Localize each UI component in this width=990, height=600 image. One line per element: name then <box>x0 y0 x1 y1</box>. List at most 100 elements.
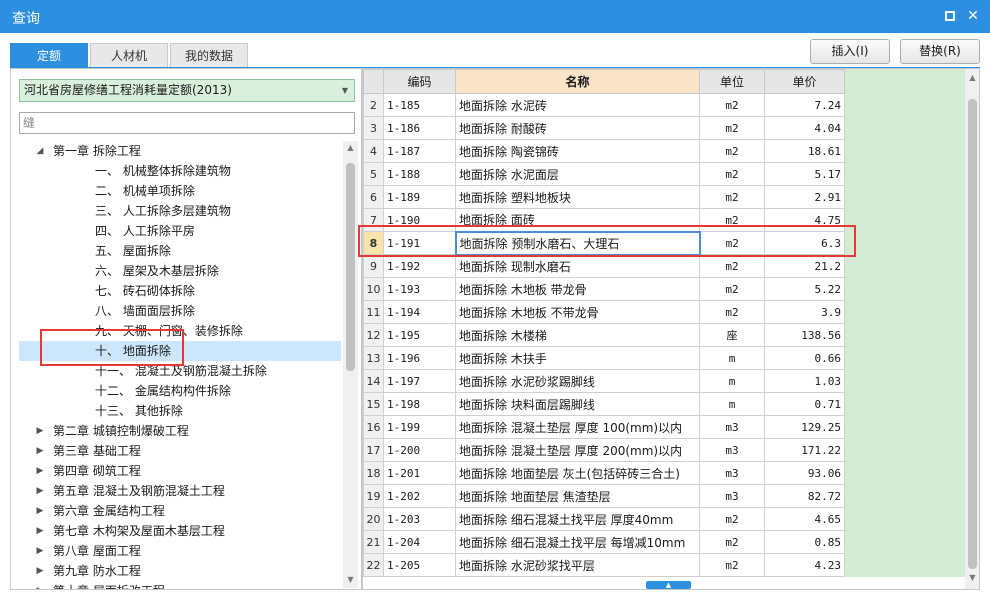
unit-cell[interactable]: m2 <box>699 185 765 209</box>
unit-cell[interactable]: m2 <box>699 208 765 232</box>
name-cell[interactable]: 地面拆除 耐酸砖 <box>455 116 700 140</box>
header-unit[interactable]: 单位 <box>699 69 765 94</box>
unit-cell[interactable]: m2 <box>699 300 765 324</box>
price-cell[interactable]: 2.91 <box>764 185 845 209</box>
tree-section[interactable]: 十、 地面拆除 <box>19 341 341 361</box>
tree-section[interactable]: 六、 屋架及木基层拆除 <box>19 261 341 281</box>
unit-cell[interactable]: m2 <box>699 139 765 163</box>
price-cell[interactable]: 18.61 <box>764 139 845 163</box>
table-row[interactable]: 16 1-199 地面拆除 混凝土垫层 厚度 100(mm)以内 m3 129.25 <box>363 415 845 439</box>
tree-section[interactable]: 十一、 混凝土及钢筋混凝土拆除 <box>19 361 341 381</box>
row-number[interactable]: 15 <box>363 392 384 416</box>
row-number[interactable]: 18 <box>363 461 384 485</box>
price-cell[interactable]: 0.66 <box>764 346 845 370</box>
price-cell[interactable]: 0.71 <box>764 392 845 416</box>
row-number[interactable]: 20 <box>363 507 384 531</box>
name-cell[interactable]: 地面拆除 地面垫层 灰土(包括碎砖三合土) <box>455 461 700 485</box>
name-cell[interactable]: 地面拆除 水泥砂浆踢脚线 <box>455 369 700 393</box>
table-row[interactable]: 8 1-191 地面拆除 预制水磨石、大理石 m2 6.3 <box>363 230 845 256</box>
name-cell[interactable]: 地面拆除 面砖 <box>455 208 700 232</box>
code-cell[interactable]: 1-193 <box>383 277 456 301</box>
code-cell[interactable]: 1-200 <box>383 438 456 462</box>
name-cell[interactable]: 地面拆除 木楼梯 <box>455 323 700 347</box>
tab-labor-material[interactable]: 人材机 <box>90 43 168 67</box>
table-row[interactable]: 6 1-189 地面拆除 塑料地板块 m2 2.91 <box>363 185 845 209</box>
row-number[interactable]: 21 <box>363 530 384 554</box>
panel-collapse-handle[interactable]: ▲ <box>646 581 691 589</box>
price-cell[interactable]: 4.04 <box>764 116 845 140</box>
name-cell[interactable]: 地面拆除 水泥砖 <box>455 93 700 117</box>
table-row[interactable]: 15 1-198 地面拆除 块料面层踢脚线 m 0.71 <box>363 392 845 416</box>
tab-my-data[interactable]: 我的数据 <box>170 43 248 67</box>
expand-icon[interactable]: ▶ <box>35 561 45 581</box>
header-price[interactable]: 单价 <box>764 69 845 94</box>
code-cell[interactable]: 1-185 <box>383 93 456 117</box>
name-cell[interactable]: 地面拆除 现制水磨石 <box>455 254 700 278</box>
tree-section[interactable]: 二、 机械单项拆除 <box>19 181 341 201</box>
unit-cell[interactable]: m3 <box>699 484 765 508</box>
name-cell[interactable]: 地面拆除 木地板 不带龙骨 <box>455 300 700 324</box>
insert-button[interactable]: 插入(I) <box>810 39 890 64</box>
collapse-icon[interactable]: ◢ <box>35 141 45 161</box>
tree-chapter[interactable]: ▶ 第十章 屋面拆改工程 <box>19 581 341 589</box>
name-cell[interactable]: 地面拆除 水泥砂浆找平层 <box>455 553 700 577</box>
table-row[interactable]: 10 1-193 地面拆除 木地板 带龙骨 m2 5.22 <box>363 277 845 301</box>
name-cell[interactable]: 地面拆除 混凝土垫层 厚度 200(mm)以内 <box>455 438 700 462</box>
expand-icon[interactable]: ▶ <box>35 461 45 481</box>
row-number[interactable]: 4 <box>363 139 384 163</box>
unit-cell[interactable]: m2 <box>699 93 765 117</box>
table-row[interactable]: 20 1-203 地面拆除 细石混凝土找平层 厚度40mm m2 4.65 <box>363 507 845 531</box>
price-cell[interactable]: 138.56 <box>764 323 845 347</box>
unit-cell[interactable]: m3 <box>699 461 765 485</box>
table-scrollbar[interactable]: ▲ ▼ <box>965 69 979 589</box>
replace-button[interactable]: 替换(R) <box>900 39 980 64</box>
row-number[interactable]: 7 <box>363 208 384 232</box>
price-cell[interactable]: 93.06 <box>764 461 845 485</box>
name-cell[interactable]: 地面拆除 细石混凝土找平层 厚度40mm <box>455 507 700 531</box>
table-row[interactable]: 4 1-187 地面拆除 陶瓷锦砖 m2 18.61 <box>363 139 845 163</box>
table-row[interactable]: 5 1-188 地面拆除 水泥面层 m2 5.17 <box>363 162 845 186</box>
tree-section[interactable]: 十二、 金属结构构件拆除 <box>19 381 341 401</box>
tree-section[interactable]: 五、 屋面拆除 <box>19 241 341 261</box>
close-icon[interactable]: ✕ <box>965 8 981 24</box>
tree-chapter[interactable]: ▶ 第七章 木构架及屋面木基层工程 <box>19 521 341 541</box>
unit-cell[interactable]: m2 <box>699 162 765 186</box>
tab-quota[interactable]: 定额 <box>10 43 88 67</box>
table-row[interactable]: 9 1-192 地面拆除 现制水磨石 m2 21.2 <box>363 254 845 278</box>
header-name[interactable]: 名称 <box>455 69 700 94</box>
tree-section[interactable]: 七、 砖石砌体拆除 <box>19 281 341 301</box>
name-cell[interactable]: 地面拆除 细石混凝土找平层 每增减10mm <box>455 530 700 554</box>
price-cell[interactable]: 4.75 <box>764 208 845 232</box>
table-row[interactable]: 3 1-186 地面拆除 耐酸砖 m2 4.04 <box>363 116 845 140</box>
name-cell[interactable]: 地面拆除 木扶手 <box>455 346 700 370</box>
price-cell[interactable]: 5.17 <box>764 162 845 186</box>
price-cell[interactable]: 4.23 <box>764 553 845 577</box>
price-cell[interactable]: 7.24 <box>764 93 845 117</box>
code-cell[interactable]: 1-195 <box>383 323 456 347</box>
row-number[interactable]: 16 <box>363 415 384 439</box>
price-cell[interactable]: 3.9 <box>764 300 845 324</box>
expand-icon[interactable]: ▶ <box>35 481 45 501</box>
tree-chapter[interactable]: ▶ 第九章 防水工程 <box>19 561 341 581</box>
code-cell[interactable]: 1-188 <box>383 162 456 186</box>
maximize-icon[interactable] <box>942 8 958 24</box>
name-cell[interactable]: 地面拆除 块料面层踢脚线 <box>455 392 700 416</box>
code-cell[interactable]: 1-191 <box>383 231 456 255</box>
price-cell[interactable]: 171.22 <box>764 438 845 462</box>
tree-section[interactable]: 四、 人工拆除平房 <box>19 221 341 241</box>
row-number[interactable]: 9 <box>363 254 384 278</box>
tree-chapter[interactable]: ▶ 第八章 屋面工程 <box>19 541 341 561</box>
code-cell[interactable]: 1-186 <box>383 116 456 140</box>
table-row[interactable]: 21 1-204 地面拆除 细石混凝土找平层 每增减10mm m2 0.85 <box>363 530 845 554</box>
row-number[interactable]: 5 <box>363 162 384 186</box>
unit-cell[interactable]: m3 <box>699 438 765 462</box>
unit-cell[interactable]: m2 <box>699 231 765 255</box>
unit-cell[interactable]: m2 <box>699 530 765 554</box>
code-cell[interactable]: 1-199 <box>383 415 456 439</box>
price-cell[interactable]: 4.65 <box>764 507 845 531</box>
row-number[interactable]: 22 <box>363 553 384 577</box>
scrollbar-thumb[interactable] <box>346 163 355 371</box>
header-code[interactable]: 编码 <box>383 69 456 94</box>
unit-cell[interactable]: m <box>699 346 765 370</box>
code-cell[interactable]: 1-192 <box>383 254 456 278</box>
